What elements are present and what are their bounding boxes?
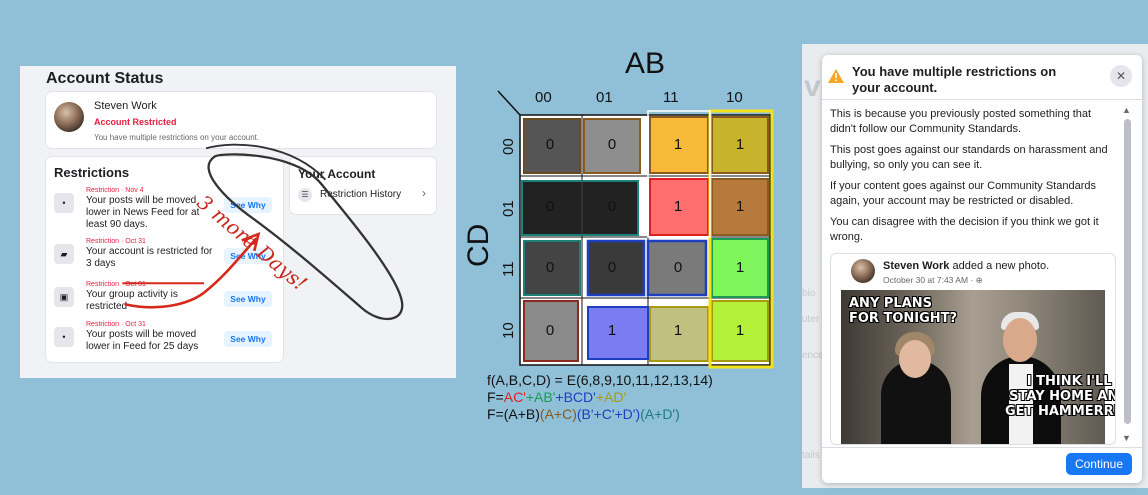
- dialog-title: You have multiple restrictions on your a…: [852, 64, 1057, 95]
- restriction-date: Restriction · Oct 31: [86, 281, 146, 288]
- kmap-formulas: f(A,B,C,D) = E(6,8,9,10,11,12,13,14) F=A…: [487, 372, 713, 423]
- post-action: added a new photo.: [952, 260, 1050, 272]
- your-account-card: Your Account ☰ Restriction History ›: [290, 157, 436, 214]
- scrollbar-thumb[interactable]: [1124, 119, 1131, 424]
- dialog-paragraph: You can disagree with the decision if yo…: [830, 216, 1099, 243]
- restriction-text: Your account is restricted for 3 days: [86, 246, 213, 269]
- photo-figure: [1003, 318, 1037, 362]
- restriction-text: Your posts will be moved lower in Feed f…: [86, 329, 199, 352]
- kmap-col-header: 00: [535, 89, 552, 106]
- restrictions-card: Restrictions • Restriction · Nov 4 Your …: [46, 157, 283, 362]
- kmap-cell-value: 1: [673, 322, 683, 339]
- background-fragment: ence: [802, 350, 824, 361]
- restriction-history-link[interactable]: Restriction History: [320, 189, 401, 200]
- account-restricted-label: Account Restricted: [94, 117, 177, 127]
- kmap-row-header: 10: [500, 322, 517, 339]
- post-author[interactable]: Steven Work: [883, 260, 949, 272]
- dialog-scrollbar[interactable]: ▲ ▼: [1120, 105, 1134, 445]
- restriction-date: Restriction · Oct 31: [86, 238, 146, 245]
- group-icon: ▣: [54, 287, 74, 307]
- dialog-paragraph: If your content goes against our Communi…: [830, 180, 1096, 207]
- kmap-cell-value: 1: [735, 259, 745, 276]
- account-status-title: Account Status: [46, 70, 164, 87]
- restrictions-heading: Restrictions: [54, 165, 130, 180]
- dialog-paragraph: This post goes against our standards on …: [830, 144, 1108, 171]
- kmap-col-header: 10: [726, 89, 743, 106]
- kmap-cell-value: 0: [545, 259, 555, 276]
- meme-bottom-text: I THINK I'LL STAY HOME AND GET HAMMERRED: [1005, 374, 1115, 419]
- flagged-post: Steven Work added a new photo. October 3…: [830, 253, 1116, 445]
- kmap-cell-value: 1: [673, 198, 683, 215]
- kmap-cell-value: 0: [607, 136, 617, 153]
- restriction-date: Restriction · Nov 4: [86, 187, 144, 194]
- formula-term: (B'+C'+D'): [576, 406, 641, 422]
- kmap-cell-value: 0: [545, 198, 555, 215]
- dot-icon: •: [54, 327, 74, 347]
- kmap-cell-value: 0: [673, 259, 683, 276]
- chevron-right-icon: ›: [422, 186, 426, 200]
- formula-term: (A+C): [539, 406, 577, 422]
- kmap-cell-value: 0: [607, 259, 617, 276]
- formula-term: AC': [503, 389, 526, 405]
- dot-icon: •: [54, 193, 74, 213]
- kmap-cell-value: 1: [607, 322, 617, 339]
- kmap-cell-value: 1: [735, 198, 745, 215]
- chat-icon: ▰: [54, 244, 74, 264]
- restrictions-message: You have multiple restrictions on your a…: [94, 133, 260, 142]
- restriction-text: Your posts will be moved lower in News F…: [86, 195, 200, 230]
- restriction-date: Restriction · Oct 31: [86, 321, 146, 328]
- restriction-item: ▣ Restriction · Oct 31 Your group activi…: [54, 281, 279, 325]
- background-fragment: uter: [802, 314, 820, 325]
- kmap-cell-value: 0: [545, 136, 555, 153]
- user-name: Steven Work: [94, 100, 157, 112]
- photo-figure: [899, 340, 931, 378]
- restriction-text: Your group activity is restricted: [86, 289, 178, 312]
- formula-term: +BCD': [555, 389, 596, 405]
- kmap-row-header: 00: [500, 138, 517, 155]
- sop-formula: F=AC'+AB'+BCD'+AD': [487, 389, 713, 406]
- divider: [822, 99, 1142, 100]
- background-fragment: tails: [802, 450, 820, 461]
- warning-icon: [828, 69, 844, 83]
- kmap-col-header: 01: [596, 89, 613, 106]
- post-header: Steven Work added a new photo.: [883, 260, 1049, 272]
- see-why-button[interactable]: See Why: [224, 291, 272, 307]
- restrictions-dialog: You have multiple restrictions on your a…: [822, 55, 1142, 483]
- meme-top-text: ANY PLANS FOR TONIGHT?: [849, 296, 958, 326]
- pos-formula: F=(A+B)(A+C)(B'+C'+D')(A+D'): [487, 406, 713, 423]
- chevron-up-icon[interactable]: ▲: [1122, 105, 1131, 115]
- close-icon[interactable]: ✕: [1110, 65, 1132, 87]
- kmap-cell-value: 1: [735, 322, 745, 339]
- list-icon: ☰: [298, 188, 312, 202]
- restriction-item: • Restriction · Oct 31 Your posts will b…: [54, 321, 279, 365]
- kmap-cell-value: 1: [735, 136, 745, 153]
- continue-button[interactable]: Continue: [1066, 453, 1132, 475]
- kmap-cell-value: 1: [673, 136, 683, 153]
- dialog-paragraph: This is because you previously posted so…: [830, 108, 1092, 135]
- background-fragment: bio: [802, 288, 816, 299]
- kmap-diagonal: [497, 90, 521, 116]
- formula-prefix: F=: [487, 406, 504, 422]
- chevron-down-icon[interactable]: ▼: [1122, 433, 1131, 443]
- kmap-cell-value: 0: [607, 198, 617, 215]
- formula-term: +AD': [595, 389, 627, 405]
- see-why-button[interactable]: See Why: [224, 331, 272, 347]
- divider: [822, 447, 1142, 448]
- formula-prefix: F=: [487, 389, 504, 405]
- formula-term: (A+B): [503, 406, 540, 422]
- your-account-heading: Your Account: [298, 167, 376, 181]
- avatar: [851, 259, 875, 283]
- minterm-formula: f(A,B,C,D) = E(6,8,9,10,11,12,13,14): [487, 372, 713, 388]
- formula-term: (A+D'): [640, 406, 680, 422]
- kmap-cell-value: 0: [545, 322, 555, 339]
- kmap-col-header: 11: [663, 89, 679, 106]
- post-timestamp: October 30 at 7:43 AM · ⊕: [883, 275, 983, 285]
- post-photo: ANY PLANS FOR TONIGHT? I THINK I'LL STAY…: [841, 290, 1115, 444]
- formula-term: +AB': [525, 389, 556, 405]
- avatar: [54, 102, 84, 132]
- kmap-row-header: 11: [500, 261, 517, 277]
- account-status-panel: Account Status Steven Work Account Restr…: [20, 66, 456, 378]
- user-status-card[interactable]: Steven Work Account Restricted You have …: [46, 92, 436, 148]
- kmap-row-header: 01: [500, 200, 517, 217]
